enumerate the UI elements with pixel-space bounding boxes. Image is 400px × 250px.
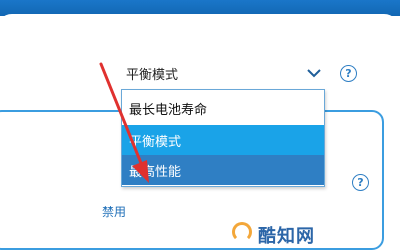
- option-balanced[interactable]: 平衡模式: [122, 125, 324, 155]
- option-longest-battery[interactable]: 最长电池寿命: [122, 93, 324, 123]
- chevron-down-icon[interactable]: [306, 65, 322, 81]
- help-icon-glyph: ?: [357, 176, 364, 189]
- watermark-text: 酷知网: [258, 226, 315, 247]
- option-label: 最长电池寿命: [129, 102, 208, 118]
- option-label: 平衡模式: [129, 134, 182, 150]
- power-mode-dropdown-list: 最长电池寿命 平衡模式 最高性能: [121, 89, 325, 187]
- disable-link[interactable]: 禁用: [102, 203, 126, 220]
- help-icon[interactable]: ?: [340, 65, 357, 82]
- watermark-logo-icon: [232, 222, 252, 242]
- power-mode-selected-value: 平衡模式: [126, 67, 179, 83]
- help-icon-glyph: ?: [345, 67, 352, 80]
- power-mode-select[interactable]: 平衡模式: [120, 61, 326, 85]
- option-max-performance[interactable]: 最高性能: [122, 155, 324, 185]
- help-icon[interactable]: ?: [352, 174, 369, 191]
- option-label: 最高性能: [129, 164, 182, 180]
